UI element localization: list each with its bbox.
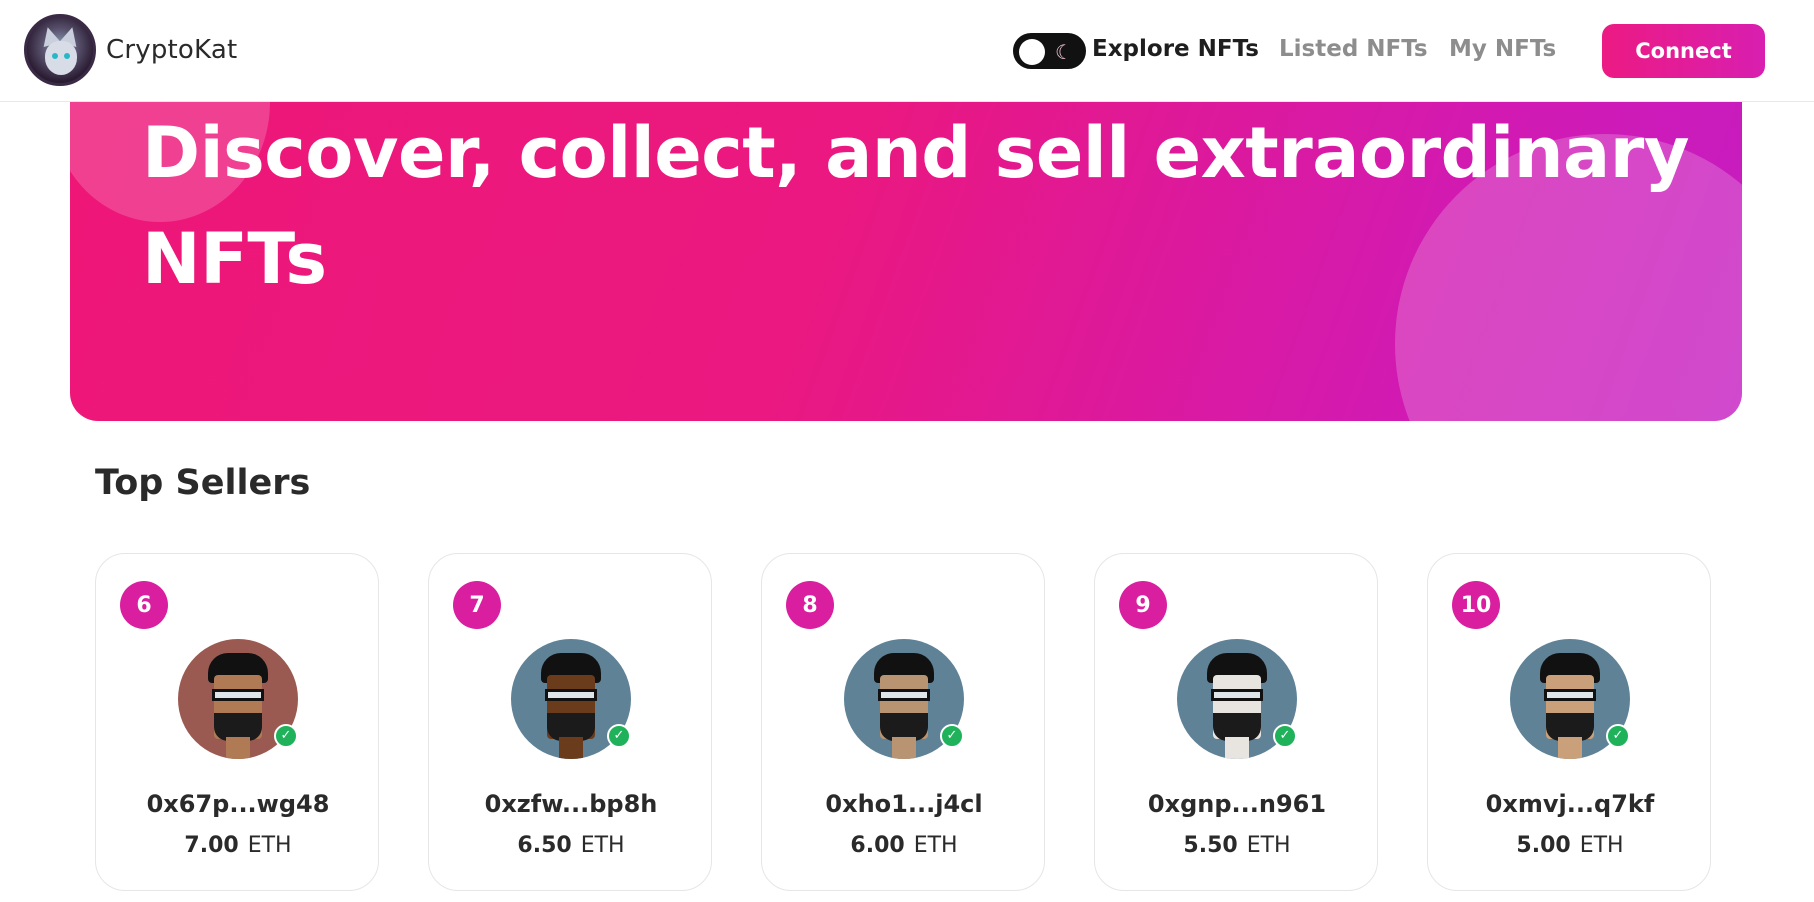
theme-toggle[interactable]: ☾: [1013, 33, 1086, 69]
currency-label: ETH: [1579, 833, 1624, 858]
verified-check-icon: ✓: [274, 724, 298, 748]
seller-avatar[interactable]: ✓: [511, 639, 631, 759]
seller-volume: 6.00 ETH: [762, 833, 1046, 858]
verified-check-icon: ✓: [1606, 724, 1630, 748]
seller-address[interactable]: 0x67p...wg48: [96, 790, 380, 818]
seller-address[interactable]: 0xzfw...bp8h: [429, 790, 713, 818]
seller-card[interactable]: 6 ✓ 0x67p...wg48 7.00 ETH: [95, 553, 379, 891]
seller-avatar[interactable]: ✓: [844, 639, 964, 759]
seller-avatar[interactable]: ✓: [178, 639, 298, 759]
seller-card[interactable]: 10 ✓ 0xmvj...q7kf 5.00 ETH: [1427, 553, 1711, 891]
seller-volume: 5.50 ETH: [1095, 833, 1379, 858]
seller-address[interactable]: 0xho1...j4cl: [762, 790, 1046, 818]
nav-explore-nfts[interactable]: Explore NFTs: [1092, 36, 1259, 62]
rank-badge: 6: [120, 581, 168, 629]
cat-logo-icon: [24, 14, 96, 86]
hero-banner: Discover, collect, and sell extraordinar…: [70, 102, 1742, 421]
currency-label: ETH: [247, 833, 292, 858]
verified-check-icon: ✓: [1273, 724, 1297, 748]
seller-volume: 7.00 ETH: [96, 833, 380, 858]
brand[interactable]: CryptoKat: [24, 14, 237, 86]
rank-badge: 9: [1119, 581, 1167, 629]
nav-my-nfts[interactable]: My NFTs: [1449, 36, 1556, 62]
seller-address[interactable]: 0xmvj...q7kf: [1428, 790, 1712, 818]
seller-address[interactable]: 0xgnp...n961: [1095, 790, 1379, 818]
top-sellers-list: 6 ✓ 0x67p...wg48 7.00 ETH 7 ✓ 0xzfw...bp…: [95, 553, 1715, 893]
seller-amount: 6.00: [850, 833, 905, 858]
toggle-knob: [1019, 39, 1045, 65]
seller-card[interactable]: 7 ✓ 0xzfw...bp8h 6.50 ETH: [428, 553, 712, 891]
rank-badge: 8: [786, 581, 834, 629]
rank-badge: 7: [453, 581, 501, 629]
moon-icon: ☾: [1055, 40, 1073, 64]
nav-listed-nfts[interactable]: Listed NFTs: [1279, 36, 1428, 62]
currency-label: ETH: [913, 833, 958, 858]
verified-check-icon: ✓: [607, 724, 631, 748]
seller-volume: 5.00 ETH: [1428, 833, 1712, 858]
seller-amount: 5.00: [1516, 833, 1571, 858]
seller-avatar[interactable]: ✓: [1510, 639, 1630, 759]
seller-card[interactable]: 8 ✓ 0xho1...j4cl 6.00 ETH: [761, 553, 1045, 891]
seller-avatar[interactable]: ✓: [1177, 639, 1297, 759]
seller-card[interactable]: 9 ✓ 0xgnp...n961 5.50 ETH: [1094, 553, 1378, 891]
currency-label: ETH: [1246, 833, 1291, 858]
seller-volume: 6.50 ETH: [429, 833, 713, 858]
seller-amount: 5.50: [1183, 833, 1238, 858]
connect-button[interactable]: Connect: [1602, 24, 1765, 78]
seller-amount: 6.50: [517, 833, 572, 858]
hero-title: Discover, collect, and sell extraordinar…: [142, 112, 1689, 300]
rank-badge: 10: [1452, 581, 1500, 629]
seller-amount: 7.00: [184, 833, 239, 858]
verified-check-icon: ✓: [940, 724, 964, 748]
brand-name: CryptoKat: [106, 35, 238, 65]
top-sellers-title: Top Sellers: [95, 463, 311, 503]
top-navbar: CryptoKat ☾ Explore NFTs Listed NFTs My …: [0, 0, 1814, 102]
currency-label: ETH: [580, 833, 625, 858]
